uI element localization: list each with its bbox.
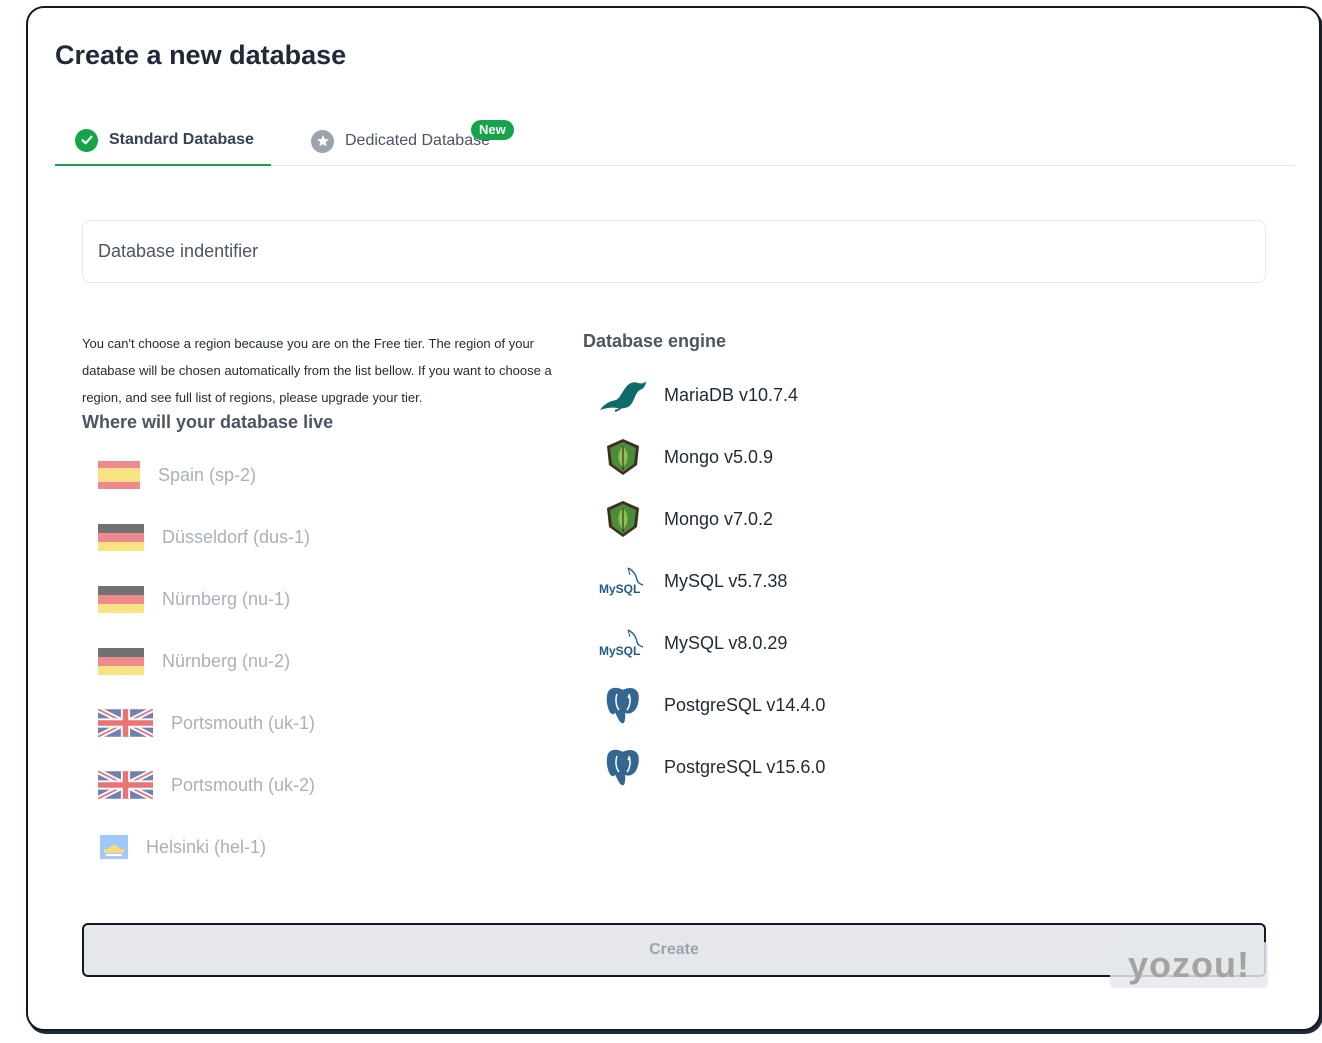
germany-flag-icon bbox=[98, 647, 144, 675]
engine-label: PostgreSQL v15.6.0 bbox=[664, 756, 826, 777]
tab-dedicated-database[interactable]: Dedicated Database bbox=[311, 116, 551, 166]
region-item-sp-2: Spain (sp-2) bbox=[98, 444, 315, 506]
mysql-dolphin-icon: MySQL bbox=[598, 556, 648, 606]
tab-dedicated-label: Dedicated Database bbox=[345, 132, 490, 149]
engine-label: PostgreSQL v14.4.0 bbox=[664, 694, 826, 715]
germany-flag-icon bbox=[98, 523, 144, 551]
engine-option-mongo-7-0-2[interactable]: Mongo v7.0.2 bbox=[598, 488, 825, 550]
postgresql-elephant-icon bbox=[598, 742, 648, 792]
region-label: Spain (sp-2) bbox=[158, 464, 257, 485]
engine-heading: Database engine bbox=[583, 331, 727, 351]
mongodb-leaf-icon bbox=[598, 494, 648, 544]
germany-flag-icon bbox=[98, 585, 144, 613]
engine-option-mongo-5-0-9[interactable]: Mongo v5.0.9 bbox=[598, 426, 825, 488]
database-type-tabs: Standard Database Dedicated Database New bbox=[55, 116, 1295, 166]
tab-standard-label: Standard Database bbox=[109, 131, 254, 148]
region-label: Portsmouth (uk-1) bbox=[171, 712, 316, 733]
region-label: Nürnberg (nu-1) bbox=[162, 588, 291, 609]
region-label: Helsinki (hel-1) bbox=[146, 836, 267, 857]
create-button[interactable]: Create bbox=[82, 923, 1266, 977]
engine-label: MySQL v8.0.29 bbox=[664, 632, 788, 653]
mariadb-seal-icon bbox=[598, 370, 648, 420]
free-tier-region-note: You can't choose a region because you ar… bbox=[82, 336, 552, 405]
region-item-uk-2: Portsmouth (uk-2) bbox=[98, 754, 315, 816]
engine-option-postgresql-14-4-0[interactable]: PostgreSQL v14.4.0 bbox=[598, 674, 825, 736]
region-item-dus-1: Düsseldorf (dus-1) bbox=[98, 506, 315, 568]
engine-option-mariadb-10-7-4[interactable]: MariaDB v10.7.4 bbox=[598, 364, 825, 426]
engine-option-mysql-5-7-38[interactable]: MySQL MySQL v5.7.38 bbox=[598, 550, 825, 612]
uk-flag-icon bbox=[98, 771, 153, 799]
mysql-dolphin-icon: MySQL bbox=[598, 618, 648, 668]
check-circle-icon bbox=[75, 128, 98, 152]
engine-option-postgresql-15-6-0[interactable]: PostgreSQL v15.6.0 bbox=[598, 736, 825, 798]
engine-option-mysql-8-0-29[interactable]: MySQL MySQL v8.0.29 bbox=[598, 612, 825, 674]
tab-standard-database[interactable]: Standard Database bbox=[55, 116, 271, 166]
mysql-logo-text: MySQL bbox=[599, 582, 640, 596]
database-identifier-input[interactable] bbox=[82, 220, 1266, 283]
region-item-uk-1: Portsmouth (uk-1) bbox=[98, 692, 315, 754]
mongodb-leaf-icon bbox=[598, 432, 648, 482]
postgresql-elephant-icon bbox=[598, 680, 648, 730]
engine-label: Mongo v5.0.9 bbox=[664, 446, 774, 467]
region-list: Spain (sp-2) Düsseldorf (dus-1) Nürnberg… bbox=[98, 444, 315, 878]
engine-label: MariaDB v10.7.4 bbox=[664, 384, 799, 405]
uk-flag-icon bbox=[98, 709, 153, 737]
helsinki-flag-icon bbox=[100, 835, 128, 859]
spain-flag-icon bbox=[98, 461, 140, 489]
region-label: Düsseldorf (dus-1) bbox=[162, 526, 311, 547]
region-item-nu-1: Nürnberg (nu-1) bbox=[98, 568, 315, 630]
region-label: Nürnberg (nu-2) bbox=[162, 650, 291, 671]
region-label: Portsmouth (uk-2) bbox=[171, 774, 316, 795]
page-title: Create a new database bbox=[55, 40, 347, 70]
region-item-nu-2: Nürnberg (nu-2) bbox=[98, 630, 315, 692]
region-heading: Where will your database live bbox=[82, 412, 334, 432]
create-database-dialog: Create a new database Standard Database … bbox=[26, 6, 1321, 1031]
new-badge: New bbox=[471, 120, 514, 140]
engine-label: MySQL v5.7.38 bbox=[664, 570, 788, 591]
engine-label: Mongo v7.0.2 bbox=[664, 508, 774, 529]
star-circle-icon bbox=[311, 129, 334, 153]
watermark: yozou! bbox=[1110, 942, 1268, 988]
engine-list: MariaDB v10.7.4 Mongo v5.0.9 Mongo v7.0.… bbox=[598, 364, 825, 798]
mysql-logo-text: MySQL bbox=[599, 644, 640, 658]
region-item-hel-1: Helsinki (hel-1) bbox=[98, 816, 315, 878]
